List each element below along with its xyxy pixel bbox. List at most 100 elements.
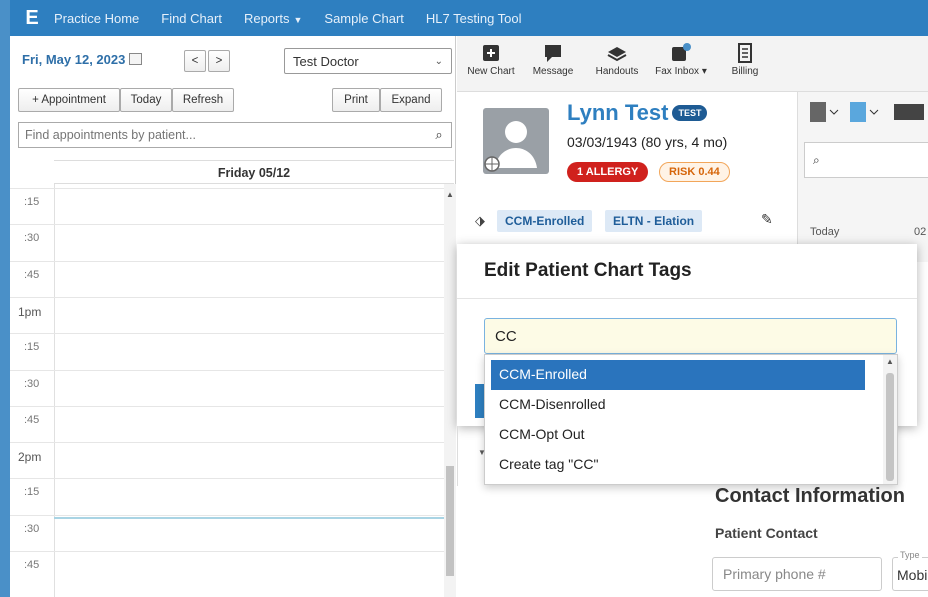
tag-eltn-elation[interactable]: ELTN - Elation — [605, 210, 703, 232]
section-divider — [457, 426, 467, 486]
tag-search-input[interactable] — [484, 318, 897, 354]
time-slot-line — [10, 188, 444, 189]
collapse-caret-icon[interactable]: ▼ — [478, 448, 486, 457]
test-badge: TEST — [672, 105, 708, 121]
message-label: Message — [532, 66, 574, 77]
today-button[interactable]: Today — [120, 88, 172, 112]
scroll-up-icon[interactable]: ▲ — [446, 190, 454, 199]
avatar-silhouette-icon — [484, 121, 537, 172]
search-icon[interactable]: ⌕ — [427, 127, 451, 143]
contact-information-heading: Contact Information — [715, 485, 905, 507]
billing-button[interactable]: Billing — [715, 42, 775, 77]
patient-header: Lynn Test TEST 03/03/1943 (80 yrs, 4 mo) … — [477, 98, 787, 208]
phone-type-select[interactable]: Mobile — [892, 557, 928, 591]
time-slot-line — [10, 296, 444, 298]
nav-find-chart[interactable]: Find Chart — [161, 11, 222, 26]
new-chart-icon — [483, 45, 499, 61]
document-toolbar-icons[interactable] — [806, 100, 926, 126]
nav-sample-chart[interactable]: Sample Chart — [324, 11, 403, 26]
time-divider — [54, 184, 55, 597]
patient-name[interactable]: Lynn Test TEST — [567, 100, 708, 126]
nav-practice-home[interactable]: Practice Home — [54, 11, 139, 26]
chart-search-box[interactable]: ⌕ — [804, 142, 928, 178]
billing-label: Billing — [731, 66, 759, 77]
dropdown-scroll-thumb[interactable] — [886, 373, 894, 481]
fax-inbox-label: Fax Inbox ▾ — [655, 66, 707, 77]
patient-dob: 03/03/1943 (80 yrs, 4 mo) — [567, 134, 728, 150]
patient-name-text: Lynn Test — [567, 100, 669, 125]
tag-icon: ⬗ — [475, 213, 485, 228]
time-label: 1pm — [18, 304, 42, 319]
nav-reports-label: Reports — [243, 10, 290, 26]
time-slot-line — [10, 333, 444, 335]
calendar-date-label: Fri, May 12, 2023 — [22, 52, 126, 67]
time-slot-line — [10, 478, 444, 480]
message-icon — [545, 45, 561, 62]
primary-phone-input[interactable]: Primary phone # — [712, 557, 882, 591]
time-label: :45 — [24, 268, 40, 281]
message-button[interactable]: Message — [523, 42, 583, 77]
calendar-date[interactable]: Fri, May 12, 2023 — [22, 52, 143, 67]
time-label: :45 — [24, 559, 40, 571]
time-slot-line — [10, 514, 444, 516]
time-label: :15 — [24, 196, 40, 208]
time-label: :30 — [24, 377, 40, 390]
print-button[interactable]: Print — [332, 88, 380, 112]
chevron-down-icon: ⌄ — [434, 55, 443, 67]
timeline-today-label: Today — [810, 226, 840, 238]
prev-day-button[interactable]: < — [184, 50, 206, 72]
handouts-icon — [607, 47, 627, 62]
calendar-scrollbar[interactable]: ▲ — [444, 184, 456, 597]
scroll-up-icon[interactable]: ▲ — [886, 357, 894, 366]
tag-ccm-enrolled[interactable]: CCM-Enrolled — [497, 210, 593, 232]
day-column-header: Friday 05/12 — [54, 160, 454, 184]
tag-suggestions-dropdown: CCM-Enrolled CCM-Disenrolled CCM-Opt Out… — [484, 354, 898, 485]
allergy-badge[interactable]: 1 ALLERGY — [567, 162, 649, 182]
edit-tags-pencil-icon[interactable]: ✎ — [761, 211, 773, 228]
timeline-date-label: 02 — [914, 226, 927, 238]
calendar-grid: Friday 05/12 :15:30:45 1pm:15:30:45 2pm:15… — [10, 160, 456, 597]
tag-option-ccm-enrolled[interactable]: CCM-Enrolled — [491, 360, 865, 390]
chart-toolbar: New Chart Message Handouts Fax Inbox ▾ B… — [457, 36, 928, 92]
add-appointment-button[interactable]: + Appointment — [18, 88, 120, 112]
elation-logo-icon[interactable]: E — [10, 0, 54, 36]
create-tag-option[interactable]: Create tag "CC" — [491, 450, 865, 480]
modal-divider — [457, 298, 917, 299]
doctor-select[interactable]: Test Doctor ⌄ — [284, 48, 452, 74]
patient-tags-row: ⬗ CCM-Enrolled ELTN - Elation ✎ — [471, 208, 789, 234]
risk-badge[interactable]: RISK 0.44 — [659, 162, 730, 182]
calendar-icon[interactable] — [129, 53, 143, 65]
appointment-search-input[interactable] — [19, 128, 427, 142]
time-slot-line — [10, 369, 444, 371]
appointment-search: ⌕ — [18, 122, 452, 148]
new-chart-button[interactable]: New Chart — [461, 42, 521, 77]
time-slot-line — [10, 260, 444, 262]
nav-reports[interactable]: Reports ▼ — [244, 11, 302, 26]
right-side-panel: ⌕ Today 02 — [797, 92, 928, 262]
current-time-line — [54, 517, 444, 519]
time-label: 2pm — [18, 450, 42, 465]
fax-inbox-button[interactable]: Fax Inbox ▾ — [651, 42, 711, 77]
refresh-button[interactable]: Refresh — [172, 88, 234, 112]
patient-avatar[interactable] — [483, 108, 549, 174]
tag-option-ccm-opt-out[interactable]: CCM-Opt Out — [491, 420, 865, 450]
time-label: :15 — [24, 486, 40, 499]
calendar-controls: Fri, May 12, 2023 < > Test Doctor ⌄ — [20, 48, 452, 74]
billing-icon — [738, 43, 752, 63]
time-slot-line — [10, 405, 444, 407]
expand-button[interactable]: Expand — [380, 88, 442, 112]
handouts-label: Handouts — [595, 66, 639, 77]
chevron-down-icon: ▼ — [293, 14, 303, 25]
nav-hl7-testing-tool[interactable]: HL7 Testing Tool — [426, 11, 522, 26]
time-label: :45 — [24, 413, 40, 426]
handouts-button[interactable]: Handouts — [587, 42, 647, 77]
top-navigation: E Practice Home Find Chart Reports ▼ Samp… — [10, 0, 928, 36]
time-slot-line — [10, 551, 444, 552]
dropdown-scrollbar[interactable]: ▲ — [883, 355, 897, 484]
next-day-button[interactable]: > — [208, 50, 230, 72]
calendar-panel: Fri, May 12, 2023 < > Test Doctor ⌄ + Ap… — [10, 36, 456, 597]
calendar-scroll-thumb[interactable] — [446, 466, 454, 576]
new-chart-label: New Chart — [467, 66, 515, 77]
time-slot-line — [10, 224, 444, 226]
tag-option-ccm-disenrolled[interactable]: CCM-Disenrolled — [491, 390, 865, 420]
